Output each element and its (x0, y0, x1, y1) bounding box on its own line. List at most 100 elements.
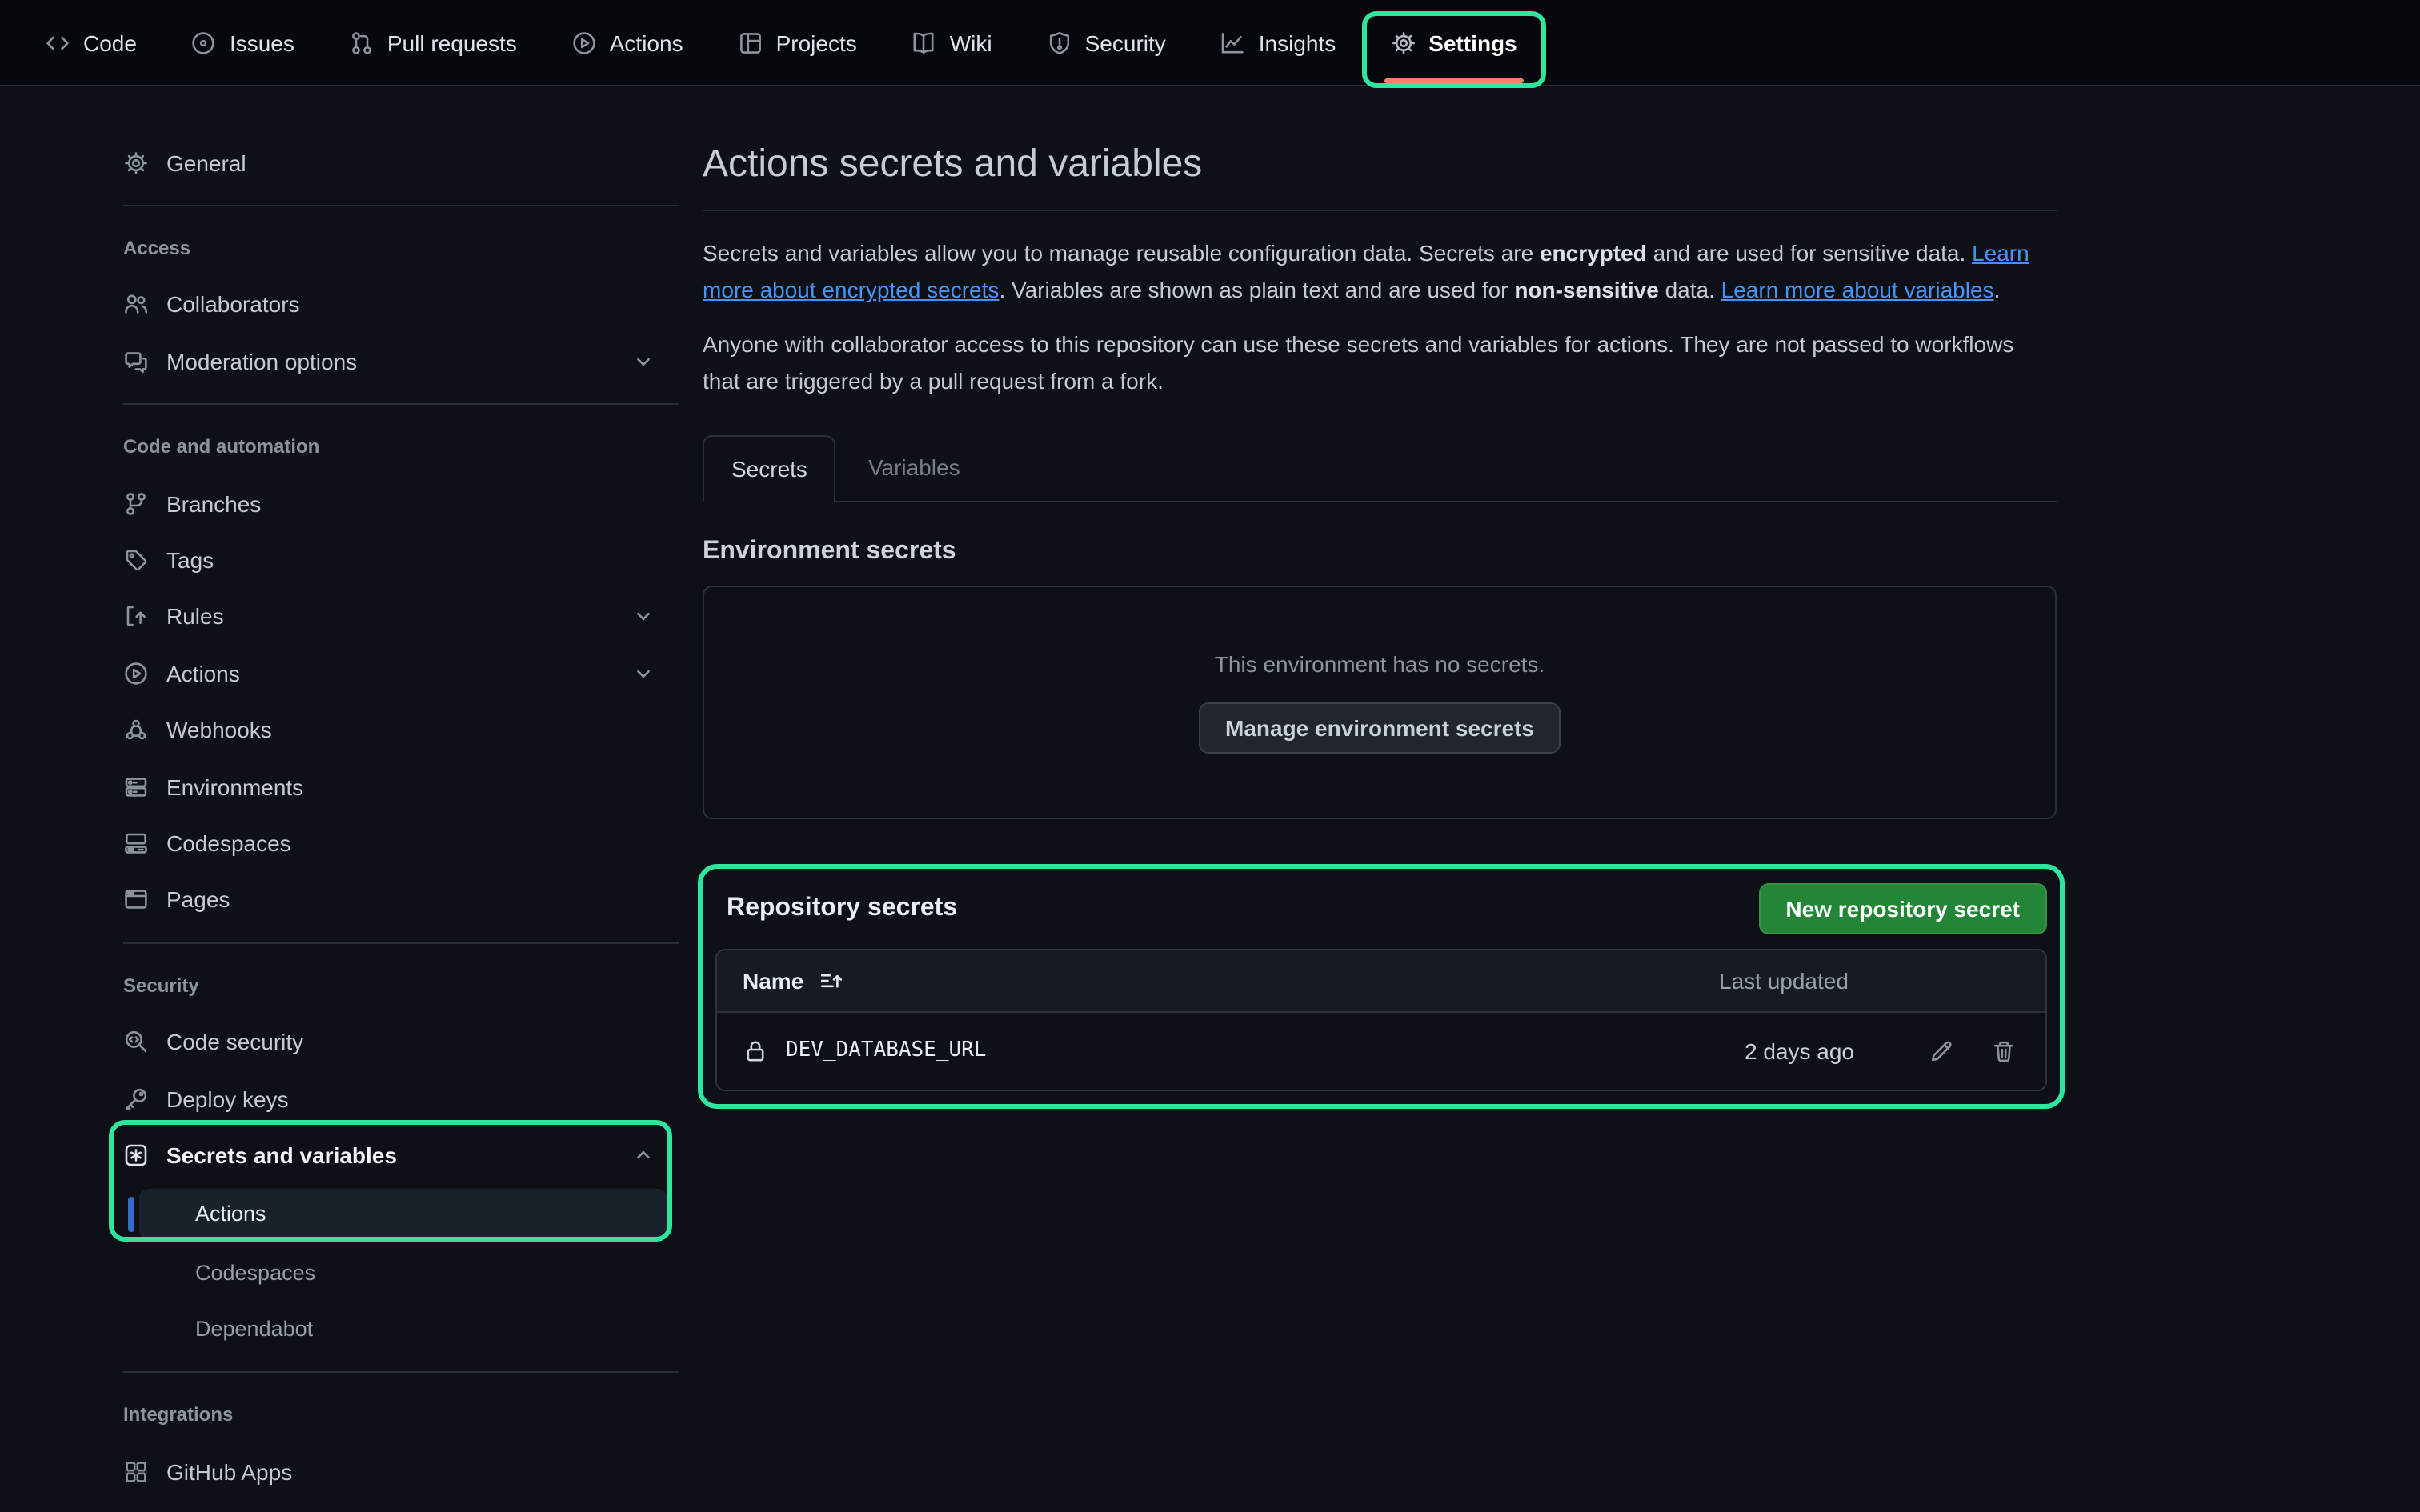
page-title: Actions secrets and variables (703, 141, 2057, 189)
tab-label: Wiki (950, 30, 992, 55)
sidebar-item-general[interactable]: General (123, 134, 679, 191)
fork-notice-paragraph: Anyone with collaborator access to this … (703, 326, 2057, 402)
sidebar-divider (123, 403, 679, 405)
sidebar-section-code-and-automation: Code and automation (123, 418, 679, 475)
tab-settings[interactable]: Settings (1377, 0, 1529, 85)
apps-icon (123, 1458, 149, 1484)
sidebar-item-label: Rules (166, 604, 224, 630)
sidebar-item-rules[interactable]: Rules (123, 588, 679, 645)
tab-wiki[interactable]: Wiki (899, 0, 1005, 85)
sidebar-item-label: Environments (166, 774, 303, 799)
link-variables[interactable]: Learn more about variables (1721, 278, 1994, 303)
sidebar-divider (123, 1371, 679, 1373)
sidebar-subitem-label: Actions (195, 1202, 266, 1226)
gear-icon (1390, 30, 1416, 55)
intro-bold-non-sensitive: non-sensitive (1514, 278, 1659, 303)
server-icon (123, 774, 149, 799)
tab-security[interactable]: Security (1034, 0, 1179, 85)
sidebar-item-label: GitHub Apps (166, 1458, 292, 1484)
secret-table-row: DEV_DATABASE_URL 2 days ago (717, 1012, 2045, 1089)
sidebar-section-integrations: Integrations (123, 1386, 679, 1443)
tab-secrets[interactable]: Secrets (703, 434, 836, 502)
sidebar-item-actions[interactable]: Actions (123, 645, 679, 702)
new-repository-secret-button[interactable]: New repository secret (1758, 882, 2047, 934)
repository-secrets-table: Name Last updated DEV_DATABASE_URL 2 day… (715, 948, 2047, 1090)
sidebar-item-tags[interactable]: Tags (123, 532, 679, 589)
intro-text: Secrets and variables allow you to manag… (703, 240, 1540, 266)
main-content: Actions secrets and variables Secrets an… (703, 86, 2057, 1108)
sidebar-item-label: Webhooks (166, 717, 272, 742)
annotation-box-repository-secrets: Repository secrets New repository secret… (698, 863, 2065, 1108)
tab-label: Actions (610, 30, 683, 55)
key-icon (123, 1086, 149, 1111)
sidebar-item-github-apps[interactable]: GitHub Apps (123, 1443, 679, 1500)
secret-name: DEV_DATABASE_URL (786, 1038, 986, 1062)
intro-text: and are used for sensitive data. (1647, 240, 1972, 266)
tab-projects[interactable]: Projects (725, 0, 870, 85)
tab-variables[interactable]: Variables (836, 434, 992, 500)
sidebar-item-label: General (166, 150, 246, 175)
intro-text: . (1994, 278, 2001, 303)
rules-icon (123, 604, 149, 630)
codespaces-icon (123, 830, 149, 856)
environment-secrets-panel: This environment has no secrets. Manage … (703, 585, 2057, 818)
sidebar-item-moderation-options[interactable]: Moderation options (123, 333, 679, 390)
book-icon (912, 30, 937, 55)
issue-opened-icon (191, 30, 217, 55)
tab-insights[interactable]: Insights (1208, 0, 1349, 85)
tab-code[interactable]: Code (32, 0, 150, 85)
gear-icon (123, 150, 149, 175)
tab-label: Insights (1259, 30, 1336, 55)
name-column-header: Name (743, 967, 803, 993)
delete-trash-icon[interactable] (1991, 1038, 2017, 1063)
tab-actions[interactable]: Actions (559, 0, 696, 85)
environment-empty-text: This environment has no secrets. (1215, 650, 1545, 676)
sidebar-item-branches[interactable]: Branches (123, 475, 679, 532)
sidebar-section-security: Security (123, 957, 679, 1014)
tab-issues[interactable]: Issues (178, 0, 307, 85)
sidebar-section-access: Access (123, 220, 679, 277)
tab-label: Security (1085, 30, 1166, 55)
sidebar-subitem-dependabot[interactable]: Dependabot (123, 1301, 679, 1358)
sidebar-item-webhooks[interactable]: Webhooks (123, 702, 679, 758)
secret-last-updated: 2 days ago (1745, 1038, 1854, 1063)
sidebar-divider (123, 942, 679, 943)
sidebar-item-code-security[interactable]: Code security (123, 1014, 679, 1070)
people-icon (123, 292, 149, 318)
name-column-sort-control[interactable]: Name (743, 967, 843, 993)
codescan-icon (123, 1029, 149, 1054)
sidebar-item-label: Moderation options (166, 349, 357, 374)
intro-bold-encrypted: encrypted (1540, 240, 1647, 266)
sidebar-subitem-label: Codespaces (195, 1261, 315, 1285)
sidebar-item-label: Collaborators (166, 292, 300, 318)
intro-paragraph: Secrets and variables allow you to manag… (703, 235, 2057, 310)
sidebar-item-collaborators[interactable]: Collaborators (123, 277, 679, 334)
shield-icon (1047, 30, 1072, 55)
sidebar-item-pages[interactable]: Pages (123, 871, 679, 928)
tab-label: Pull requests (387, 30, 517, 55)
edit-pencil-icon[interactable] (1929, 1038, 1954, 1063)
play-icon (123, 661, 149, 686)
sidebar-item-codespaces[interactable]: Codespaces (123, 815, 679, 872)
manage-environment-secrets-button[interactable]: Manage environment secrets (1198, 702, 1561, 753)
sidebar-item-secrets-and-variables[interactable]: Secrets and variables (123, 1127, 679, 1184)
sidebar-item-environments[interactable]: Environments (123, 758, 679, 815)
sidebar-subitem-actions-selected[interactable]: Actions (139, 1188, 667, 1239)
sidebar-item-email-notifications[interactable]: Email notifications (123, 1499, 679, 1512)
tab-pull-requests[interactable]: Pull requests (336, 0, 530, 85)
git-branch-icon (123, 490, 149, 516)
webhook-icon (123, 717, 149, 742)
title-divider (703, 210, 2057, 211)
settings-sidebar: General Access Collaborators Moderation … (123, 86, 679, 1512)
sidebar-subitem-codespaces[interactable]: Codespaces (123, 1244, 679, 1301)
secrets-variables-tabnav: Secrets Variables (703, 434, 2057, 502)
intro-text: . Variables are shown as plain text and … (999, 278, 1514, 303)
comment-discussion-icon (123, 349, 149, 374)
intro-text: data. (1659, 278, 1721, 303)
sidebar-item-deploy-keys[interactable]: Deploy keys (123, 1070, 679, 1127)
last-updated-column-header: Last updated (1719, 967, 1849, 993)
chevron-up-icon (631, 1142, 656, 1168)
sidebar-subitem-label: Dependabot (195, 1317, 313, 1341)
table-icon (738, 30, 763, 55)
key-asterisk-icon (123, 1142, 149, 1168)
